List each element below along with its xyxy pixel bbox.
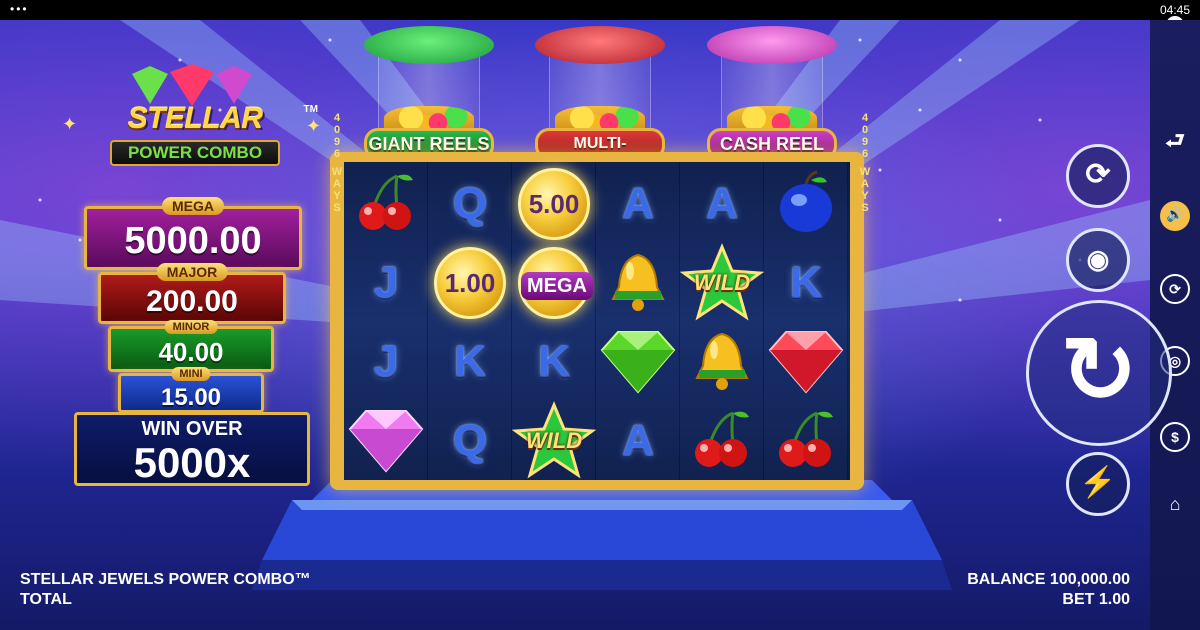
symbol-letter: J [373, 337, 399, 386]
star-icon: ✦ [62, 114, 78, 134]
jackpot-mega: MEGA 5000.00 [84, 197, 302, 270]
jackpot-label: MINI [171, 367, 211, 381]
symbol-wild: WILD [511, 401, 597, 480]
feature-cap [707, 26, 837, 64]
ways-char: 4 [861, 112, 869, 124]
feature-cash-reel: CASH REEL [707, 26, 837, 160]
ways-char: S [333, 202, 341, 214]
cherry-icon [344, 164, 428, 243]
feature-cap [364, 26, 494, 64]
ways-char: 9 [333, 136, 341, 148]
jackpot-major: MAJOR 200.00 [98, 263, 286, 324]
home-icon[interactable]: ⌂ [1160, 491, 1190, 521]
red-gem-icon [764, 322, 848, 401]
menu-dots-icon[interactable]: ••• [10, 2, 29, 16]
green-gem-icon [596, 322, 680, 401]
symbol-letter: K [454, 337, 486, 386]
bet-display: BET 1.00 [1062, 591, 1130, 608]
footer-left: STELLAR JEWELS POWER COMBO™ TOTAL [20, 570, 311, 610]
reel-frame: Q 5.00 A A J 1.00 MEGA WILD K J K K Q WILD A [330, 152, 864, 490]
ways-indicator-right: 4096 WAYS [859, 112, 871, 214]
bell-icon [680, 322, 764, 401]
coin-value: 5.00 [518, 168, 590, 240]
ways-char: S [861, 202, 869, 214]
autoplay-small-icon[interactable]: ⟳ [1160, 274, 1190, 304]
symbol-coin: 5.00 [512, 164, 596, 243]
logo-trademark: TM [303, 104, 318, 115]
plum-icon [764, 164, 848, 243]
jackpot-value: 5000.00 [124, 220, 262, 262]
win-over-panel: WIN OVER 5000x [74, 412, 310, 486]
turbo-button[interactable]: ⚡ [1066, 452, 1130, 516]
jackpot-mini: MINI 15.00 [118, 367, 264, 413]
symbol-letter: Q [452, 179, 488, 228]
ways-char: W [331, 166, 343, 178]
symbol-letter: A [622, 416, 654, 465]
bell-icon [596, 243, 680, 322]
autoplay-button[interactable]: ⟳ [1066, 144, 1130, 208]
logo-subtitle: POWER COMBO [110, 140, 280, 166]
cherry-icon [764, 401, 848, 480]
jackpot-label: MEGA [162, 197, 224, 215]
symbol-letter: Q [452, 416, 488, 465]
ways-char: 0 [333, 124, 341, 136]
mega-tag: MEGA [521, 272, 593, 300]
ways-char: W [859, 166, 871, 178]
reel-stage [252, 480, 952, 590]
game-name: STELLAR JEWELS POWER COMBO™ [20, 571, 311, 588]
feature-giant-reels: GIANT REELS [364, 26, 494, 160]
symbol-wild: WILD [679, 243, 765, 322]
symbol-letter: K [790, 258, 822, 307]
ways-char: 4 [333, 112, 341, 124]
game-logo: ✦ ✦ STELLAR JEWELS TM POWER COMBO [62, 64, 324, 170]
symbol-coin: 1.00 [428, 243, 512, 322]
total-label: TOTAL [20, 591, 72, 608]
ways-char: A [861, 178, 869, 190]
feature-multi-collect: MULTI-COLLECT [535, 26, 665, 178]
ways-indicator-left: 4096 WAYS [331, 112, 343, 214]
ways-char: 0 [861, 124, 869, 136]
ways-char: 9 [861, 136, 869, 148]
sound-icon[interactable]: 🔊 [1160, 201, 1190, 231]
ways-char: A [333, 178, 341, 190]
coin-mega: MEGA [518, 247, 593, 319]
wild-label: WILD [693, 270, 751, 295]
feature-cap [535, 26, 665, 64]
symbol-letter: K [538, 337, 570, 386]
money-icon[interactable]: $ [1160, 422, 1190, 452]
balance-display: BALANCE 100,000.00 [967, 571, 1130, 588]
stake-button[interactable]: ◉ [1066, 228, 1130, 292]
ways-char: 6 [333, 148, 341, 160]
pink-gem-icon [344, 401, 428, 480]
win-over-value: 5000x [133, 439, 251, 486]
back-icon[interactable]: ⮐ [1160, 126, 1190, 156]
clock: 04:45 [1159, 3, 1190, 17]
ways-char: Y [861, 190, 869, 202]
system-bar: ••• 04:45 [0, 0, 1200, 20]
footer-right: BALANCE 100,000.00 BET 1.00 [967, 570, 1130, 610]
symbol-letter: A [706, 179, 738, 228]
ways-char: 6 [861, 148, 869, 160]
wild-label: WILD [525, 428, 583, 453]
jackpot-label: MAJOR [156, 263, 228, 281]
coin-value: 1.00 [434, 247, 506, 319]
spin-button[interactable]: ↻ [1026, 300, 1172, 446]
jackpot-minor: MINOR 40.00 [108, 320, 274, 372]
jackpot-label: MINOR [164, 320, 218, 334]
ways-char: Y [333, 190, 341, 202]
win-over-label: WIN OVER [141, 418, 243, 440]
reel-grid: Q 5.00 A A J 1.00 MEGA WILD K J K K Q WILD A [344, 162, 850, 480]
symbol-coin-mega: MEGA [512, 243, 596, 322]
cherry-icon [680, 401, 764, 480]
side-control-strip [1150, 20, 1200, 630]
symbol-letter: A [622, 179, 654, 228]
symbol-letter: J [373, 258, 399, 307]
